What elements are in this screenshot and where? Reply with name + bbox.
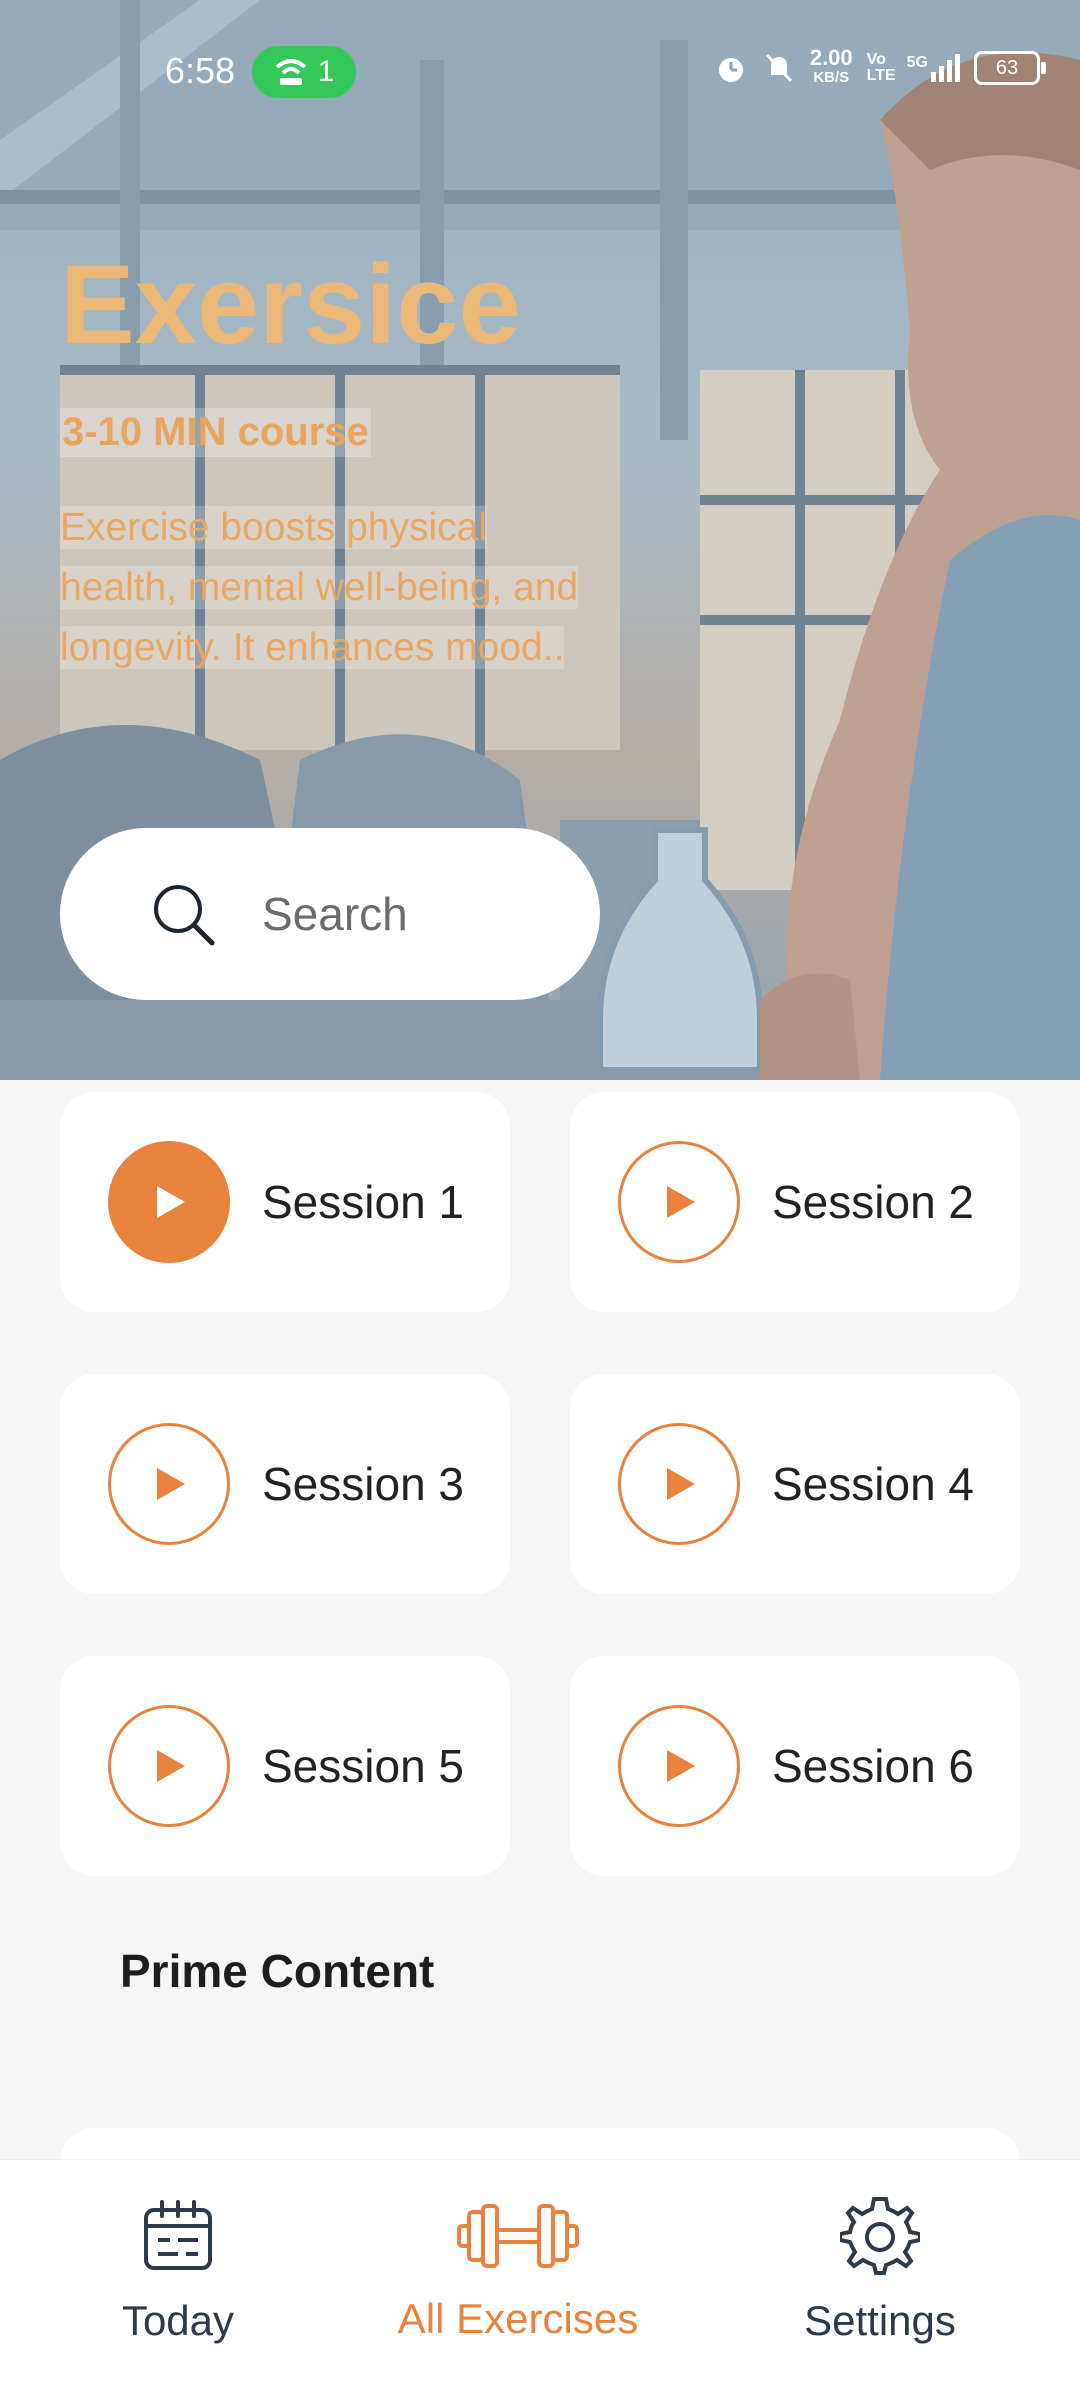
search-bar[interactable]: Search [60, 828, 600, 1000]
calendar-icon [144, 2200, 212, 2270]
dumbbell-icon [457, 2204, 579, 2268]
play-button[interactable] [108, 1705, 230, 1827]
alarm-icon [718, 58, 743, 82]
course-duration: 3-10 MIN course [60, 408, 371, 457]
play-icon [157, 1186, 185, 1218]
hotspot-count: 1 [317, 55, 335, 88]
hero-banner: 6:58 1 2.00 KB/S Vo LTE 5G 63 Exersice 3… [0, 0, 1080, 1080]
gear-icon [838, 2197, 922, 2275]
play-button[interactable] [618, 1705, 740, 1827]
session-card-6[interactable]: Session 6 [570, 1656, 1020, 1876]
search-input[interactable]: Search [262, 887, 408, 941]
signal-icon: 5G [907, 54, 960, 82]
course-description-text: Exercise boosts physical health, mental … [60, 506, 579, 669]
play-icon [667, 1750, 695, 1782]
session-label: Session 5 [262, 1740, 465, 1792]
status-icons: 2.00 KB/S Vo LTE 5G 63 [714, 45, 1046, 88]
mute-bell-icon [765, 53, 792, 83]
session-label: Session 4 [772, 1458, 975, 1510]
net-speed-value: 2.00 [809, 45, 853, 70]
session-label: Session 3 [262, 1458, 465, 1510]
bottom-nav: Today All Exercises Settings [0, 2160, 1080, 2400]
course-description: Exercise boosts physical health, mental … [60, 498, 580, 678]
session-label: Session 1 [262, 1176, 465, 1228]
prime-content-heading: Prime Content [120, 1945, 435, 1997]
play-icon [157, 1468, 185, 1500]
play-button[interactable] [108, 1423, 230, 1545]
play-icon [667, 1468, 695, 1500]
play-icon [667, 1186, 695, 1218]
nav-item-all-exercises[interactable]: All Exercises [368, 2196, 668, 2343]
nav-item-today[interactable]: Today [28, 2196, 328, 2345]
network-type: 5G [906, 54, 928, 71]
session-card-3[interactable]: Session 3 [60, 1374, 510, 1594]
volte-indicator: Vo LTE [866, 51, 896, 84]
net-speed-unit: KB/S [813, 69, 850, 86]
status-bar: 6:58 1 2.00 KB/S Vo LTE 5G 63 [0, 42, 1080, 102]
session-card-5[interactable]: Session 5 [60, 1656, 510, 1876]
play-button[interactable] [618, 1141, 740, 1263]
nav-item-settings[interactable]: Settings [730, 2196, 1030, 2345]
session-card-2[interactable]: Session 2 [570, 1092, 1020, 1312]
network-speed: 2.00 KB/S [809, 45, 853, 88]
nav-label-today: Today [121, 2297, 235, 2344]
session-card-1[interactable]: Session 1 [60, 1092, 510, 1312]
battery-level: 63 [995, 56, 1019, 79]
session-card-4[interactable]: Session 4 [570, 1374, 1020, 1594]
session-label: Session 6 [772, 1740, 975, 1792]
nav-label-settings: Settings [804, 2297, 956, 2344]
hotspot-icon [275, 59, 306, 85]
status-time: 6:58 [165, 50, 236, 91]
hotspot-indicator: 1 [252, 46, 356, 98]
battery-icon: 63 [974, 51, 1046, 85]
page-title: Exersice [60, 242, 521, 367]
search-icon [154, 885, 215, 946]
nav-label-all-exercises: All Exercises [397, 2295, 639, 2342]
play-button[interactable] [618, 1423, 740, 1545]
session-label: Session 2 [772, 1176, 975, 1228]
play-button[interactable] [108, 1141, 230, 1263]
play-icon [157, 1750, 185, 1782]
